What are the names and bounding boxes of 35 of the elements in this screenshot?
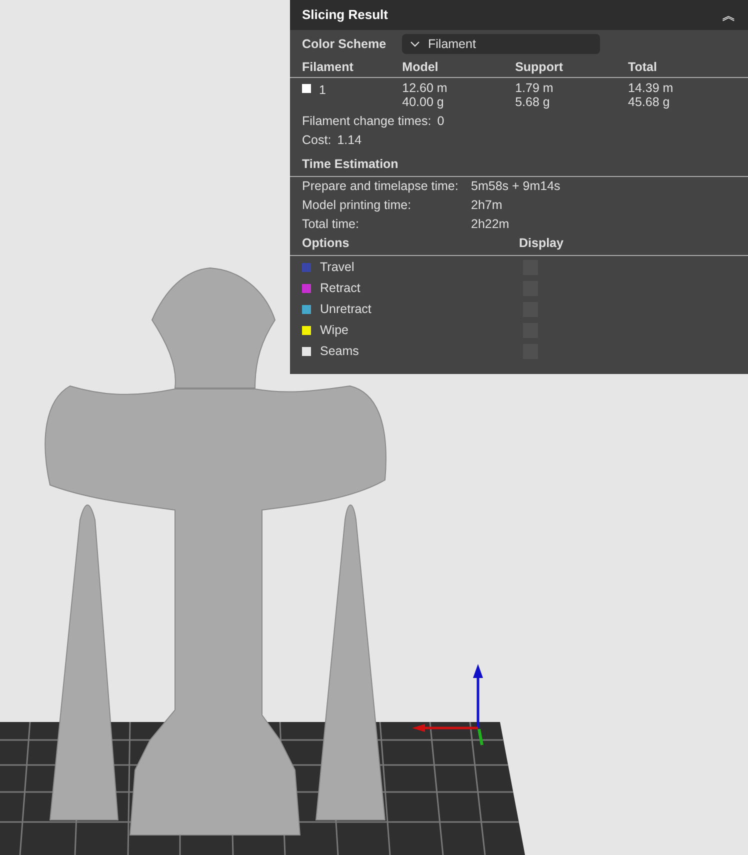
time-value: 2h7m — [471, 197, 502, 214]
table-cell-text: 1.79 m — [515, 81, 554, 95]
stat-value: 1.14 — [337, 132, 362, 150]
option-label: Wipe — [320, 322, 348, 340]
time-value: 5m58s + 9m14s — [471, 178, 560, 196]
stat-label: Cost: — [302, 132, 332, 150]
collapse-button[interactable]: ︽ — [722, 8, 736, 22]
section-title: Time Estimation — [302, 156, 398, 174]
chevron-down-icon — [410, 41, 420, 47]
column-header: Support — [515, 59, 564, 76]
option-label: Seams — [320, 343, 359, 360]
column-header: Options — [302, 235, 350, 252]
option-label: Retract — [320, 280, 360, 298]
color-scheme-label: Color Scheme — [302, 36, 388, 53]
time-label: Total time: — [302, 216, 360, 234]
stat-label: Filament change times: — [302, 113, 432, 130]
option-label: Unretract — [320, 301, 372, 318]
table-cell-text: 45.68 g — [628, 95, 671, 109]
time-value: 2h22m — [471, 216, 510, 234]
column-header: Filament — [302, 59, 354, 76]
dropdown-value: Filament — [428, 36, 476, 53]
column-header: Display — [519, 235, 564, 252]
color-scheme-dropdown[interactable]: Filament — [402, 34, 600, 54]
table-cell-text: 12.60 m — [402, 81, 448, 95]
column-header: Model — [402, 59, 440, 76]
table-cell-text: 5.68 g — [515, 95, 551, 109]
table-cell-text: 40.00 g — [402, 95, 445, 109]
panel-title: Slicing Result — [302, 6, 388, 24]
stat-value: 0 — [437, 113, 444, 130]
column-header: Total — [628, 59, 658, 76]
filament-number: 1 — [319, 82, 326, 99]
time-label: Model printing time: — [302, 197, 412, 214]
table-cell-text: 14.39 m — [628, 81, 674, 95]
option-label: Travel — [320, 259, 354, 276]
time-label: Prepare and timelapse time: — [302, 178, 460, 196]
